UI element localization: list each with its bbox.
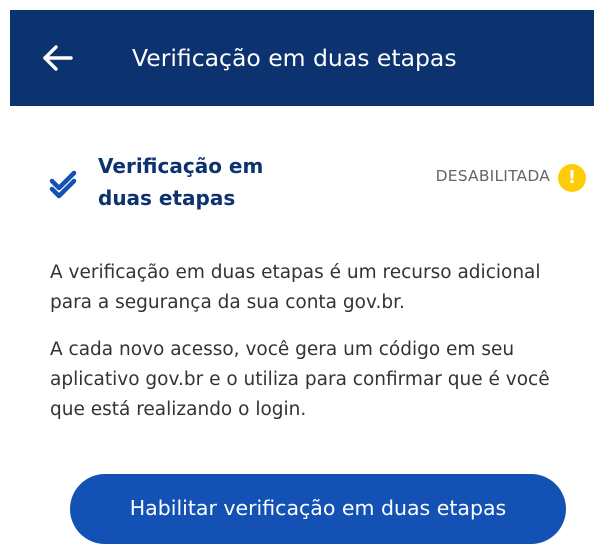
- arrow-left-icon[interactable]: [40, 40, 76, 76]
- enable-two-step-button[interactable]: Habilitar verificação em duas etapas: [70, 474, 566, 544]
- description-paragraph-2: A cada novo acesso, você gera um código …: [50, 339, 550, 420]
- page-title: Verificação em duas etapas: [132, 44, 457, 72]
- double-check-icon: [48, 168, 80, 200]
- feature-title: Verificação em duas etapas: [98, 154, 264, 210]
- description-paragraph-1: A verificação em duas etapas é um recurs…: [50, 262, 541, 313]
- two-step-status-row: Verificação em duas etapas DESABILITADA …: [0, 150, 600, 220]
- warning-exclamation-icon: !: [558, 164, 586, 192]
- app-bar: Verificação em duas etapas: [10, 10, 594, 106]
- status-badge: DESABILITADA: [435, 167, 550, 185]
